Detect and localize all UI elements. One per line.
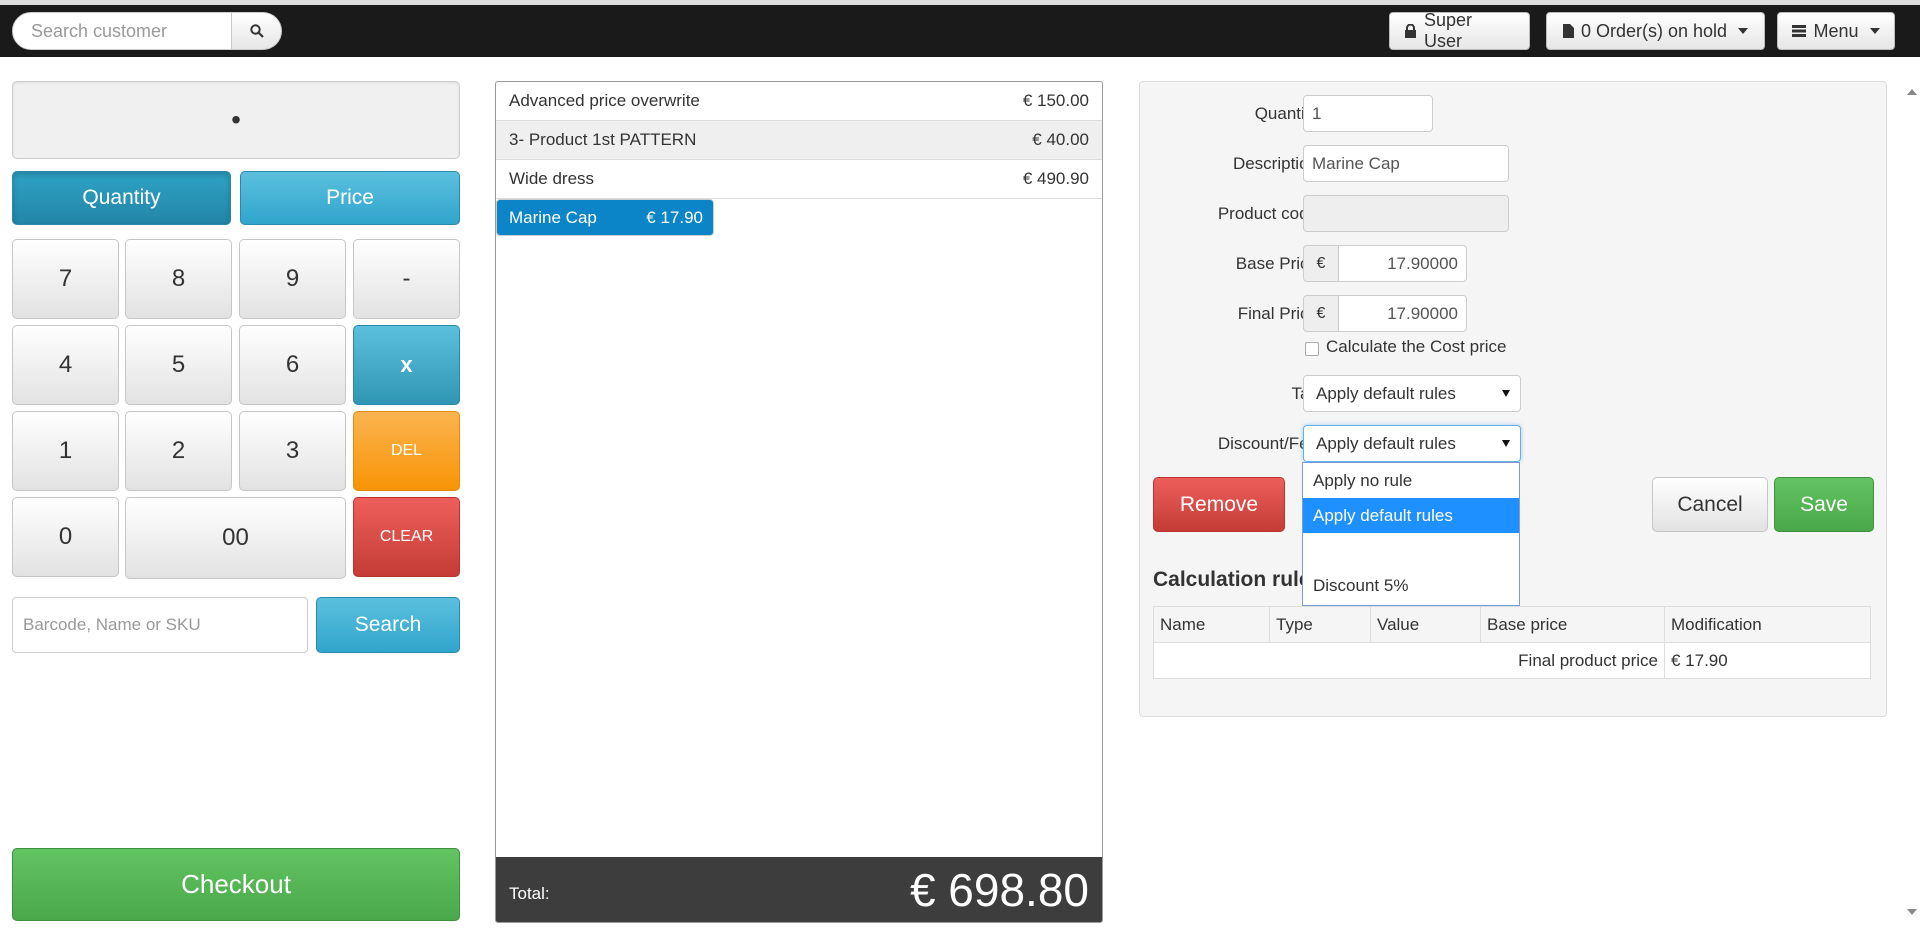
key-delete[interactable]: DEL [353, 411, 460, 491]
order-item-price: € 40.00 [1032, 130, 1089, 149]
customer-search-input[interactable] [12, 12, 232, 50]
customer-search-button[interactable] [232, 12, 282, 50]
calculation-table: Name Type Value Base price Modification … [1153, 606, 1871, 679]
order-item-name: 3- Product 1st PATTERN [509, 130, 697, 149]
column-header: Name [1153, 606, 1270, 643]
barcode-input[interactable] [12, 597, 308, 653]
discount-dropdown-list: Apply no rule Apply default rules Discou… [1302, 462, 1520, 606]
dropdown-option[interactable]: Apply no rule [1303, 463, 1519, 498]
quantity-field[interactable] [1303, 95, 1433, 132]
remove-button[interactable]: Remove [1153, 477, 1285, 532]
key-4[interactable]: 4 [12, 325, 119, 405]
final-price-field[interactable]: 17.90000 [1338, 295, 1467, 332]
key-minus[interactable]: - [353, 239, 460, 319]
order-list: Advanced price overwrite € 150.00 3- Pro… [495, 81, 1103, 923]
user-label: Super User [1424, 10, 1473, 51]
order-item-price: € 17.90 [646, 207, 703, 227]
final-price-label: Final Price [1237, 304, 1318, 323]
key-1[interactable]: 1 [12, 411, 119, 491]
tax-select-value: Apply default rules [1316, 383, 1456, 403]
cost-price-checkbox[interactable] [1305, 342, 1319, 356]
key-3[interactable]: 3 [239, 411, 346, 491]
currency-addon: € [1303, 295, 1339, 332]
scroll-down-icon[interactable] [1907, 909, 1917, 915]
orders-on-hold-label: 0 Order(s) on hold [1580, 20, 1728, 41]
product-search-button[interactable]: Search [316, 597, 460, 653]
total-label: Total: [509, 883, 550, 903]
order-item-price: € 490.90 [1022, 169, 1089, 188]
order-total-bar: Total: € 698.80 [496, 857, 1102, 922]
currency-addon: € [1303, 245, 1339, 282]
description-field[interactable] [1303, 145, 1509, 182]
checkout-button[interactable]: Checkout [12, 848, 460, 921]
product-code-field [1303, 195, 1509, 232]
price-mode-button[interactable]: Price [240, 171, 460, 225]
key-multiply[interactable]: x [353, 325, 460, 405]
dropdown-option[interactable]: Discount 5% [1303, 568, 1519, 603]
discount-select-value: Apply default rules [1316, 433, 1456, 453]
base-price-field[interactable]: 17.90000 [1338, 245, 1467, 282]
key-2[interactable]: 2 [125, 411, 232, 491]
menu-button[interactable]: Menu [1777, 12, 1895, 50]
column-header: Type [1269, 606, 1371, 643]
document-icon [1562, 24, 1574, 38]
key-00[interactable]: 00 [125, 497, 346, 579]
order-row[interactable]: Advanced price overwrite € 150.00 [496, 82, 1102, 121]
table-row: Final product price € 17.90 [1153, 642, 1871, 679]
calculation-rules-title: Calculation rules [1153, 568, 1323, 591]
cost-price-checkbox-label: Calculate the Cost price [1326, 337, 1507, 356]
quantity-label: Quantity [1254, 104, 1318, 123]
key-9[interactable]: 9 [239, 239, 346, 319]
scroll-up-icon[interactable] [1907, 89, 1917, 95]
search-icon [249, 24, 264, 38]
cancel-button[interactable]: Cancel [1652, 477, 1768, 532]
dropdown-option[interactable] [1303, 533, 1519, 568]
menu-list-icon [1792, 25, 1807, 37]
order-row[interactable]: Wide dress € 490.90 [496, 160, 1102, 199]
key-0[interactable]: 0 [12, 497, 119, 577]
orders-on-hold-button[interactable]: 0 Order(s) on hold [1546, 12, 1765, 50]
order-item-price: € 150.00 [1022, 91, 1089, 110]
dropdown-arrow-icon [1502, 440, 1510, 447]
chevron-down-icon [1738, 28, 1749, 34]
user-button[interactable]: Super User [1389, 10, 1530, 51]
table-header-row: Name Type Value Base price Modification [1153, 606, 1871, 643]
chevron-down-icon [1869, 28, 1880, 34]
product-code-label: Product code [1217, 204, 1318, 223]
top-navbar: Super User 0 Order(s) on hold Menu [0, 0, 1920, 57]
order-row[interactable]: 3- Product 1st PATTERN € 40.00 [496, 121, 1102, 160]
key-7[interactable]: 7 [12, 239, 119, 319]
product-edit-panel: Quantity Description Product code Base P… [1139, 81, 1887, 717]
description-label: Description [1232, 154, 1318, 173]
order-item-name: Advanced price overwrite [509, 91, 700, 110]
discount-label: Discount/Fee [1217, 434, 1318, 453]
tax-label: Tax [1140, 384, 1318, 404]
lock-icon [1405, 24, 1416, 38]
column-header: Base price [1480, 606, 1665, 643]
key-6[interactable]: 6 [239, 325, 346, 405]
final-price-row-label: Final product price [1153, 642, 1665, 679]
key-5[interactable]: 5 [125, 325, 232, 405]
dropdown-option-selected[interactable]: Apply default rules [1303, 498, 1519, 533]
column-header: Modification [1664, 606, 1871, 643]
tax-select[interactable]: Apply default rules [1303, 375, 1521, 412]
save-button[interactable]: Save [1774, 477, 1874, 532]
final-price-row-value: € 17.90 [1664, 642, 1871, 679]
total-value: € 698.80 [909, 863, 1089, 916]
key-clear[interactable]: CLEAR [353, 497, 460, 577]
order-row-selected[interactable]: Marine Cap € 17.90 [496, 199, 714, 236]
dropdown-arrow-icon [1502, 390, 1510, 397]
keypad-display: • [12, 81, 460, 159]
key-8[interactable]: 8 [125, 239, 232, 319]
order-item-name: Wide dress [509, 169, 595, 188]
page-scrollbar[interactable] [1903, 57, 1920, 935]
customer-search-group [12, 12, 282, 50]
order-item-name: Marine Cap [509, 207, 597, 227]
quantity-mode-button[interactable]: Quantity [12, 171, 231, 225]
base-price-label: Base Price [1235, 254, 1318, 273]
column-header: Value [1370, 606, 1481, 643]
discount-select[interactable]: Apply default rules [1303, 425, 1521, 462]
menu-label: Menu [1813, 20, 1859, 41]
